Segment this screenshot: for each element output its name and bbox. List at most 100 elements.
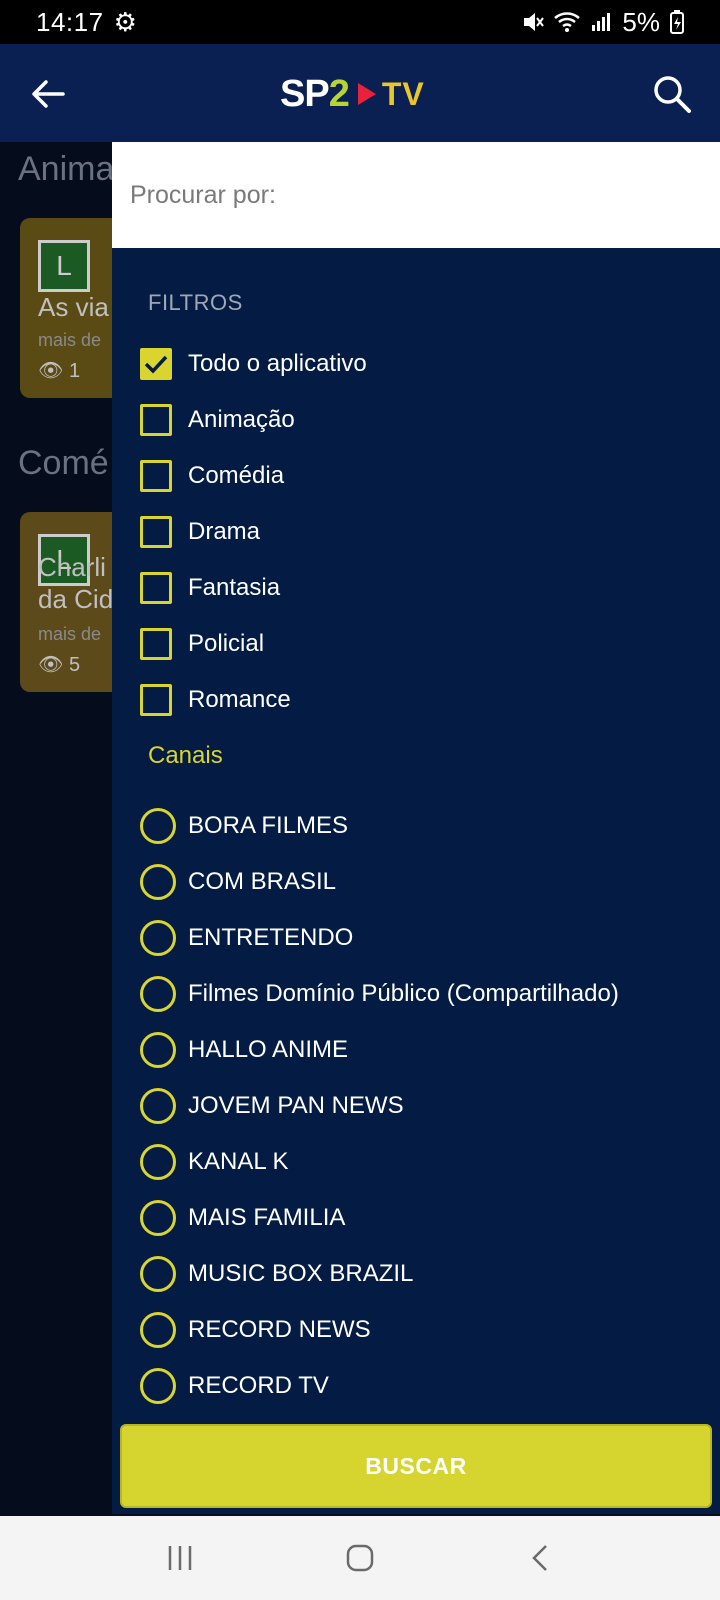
radio-button[interactable] <box>140 1368 176 1404</box>
card-views: 👁 1 <box>38 358 80 383</box>
filters-heading: FILTROS <box>148 290 243 315</box>
wifi-icon <box>554 12 581 32</box>
radio-button[interactable] <box>140 808 176 844</box>
back-arrow-icon <box>32 80 65 108</box>
radio-button[interactable] <box>140 1088 176 1124</box>
channel-option[interactable]: RECORD TV <box>140 1366 329 1406</box>
card-subtitle: mais de <box>38 624 102 644</box>
radio-button[interactable] <box>140 1256 176 1292</box>
channel-option[interactable]: MUSIC BOX BRAZIL <box>140 1254 413 1294</box>
logo-sp: SP <box>280 72 330 115</box>
section-title: Anima <box>18 150 115 188</box>
filter-option[interactable]: Animação <box>140 400 295 440</box>
search-input[interactable] <box>112 142 720 248</box>
system-back-button[interactable] <box>510 1528 570 1588</box>
channel-label: ENTRETENDO <box>188 924 354 951</box>
system-nav-bar <box>0 1516 720 1600</box>
channel-label: KANAL K <box>188 1148 289 1175</box>
filter-label: Fantasia <box>188 574 281 601</box>
battery-text: 5% <box>622 6 660 37</box>
checkbox[interactable] <box>140 684 172 716</box>
check-icon <box>144 355 168 374</box>
signal-icon <box>592 13 611 31</box>
radio-button[interactable] <box>140 1200 176 1236</box>
channel-label: HALLO ANIME <box>188 1036 349 1063</box>
back-button[interactable] <box>22 68 74 120</box>
filter-option[interactable]: Drama <box>140 512 260 552</box>
eye-icon: 👁 <box>38 654 64 676</box>
checkbox[interactable] <box>140 460 172 492</box>
home-button[interactable] <box>330 1528 390 1588</box>
filter-label: Romance <box>188 686 291 713</box>
recents-button[interactable] <box>150 1528 210 1588</box>
search-submit-button[interactable]: BUSCAR <box>120 1424 712 1508</box>
recents-icon <box>168 1546 192 1570</box>
search-icon <box>654 76 691 113</box>
channel-label: Filmes Domínio Público (Compartilhado) <box>188 980 619 1007</box>
rating-badge: L <box>38 240 90 292</box>
filter-label: Policial <box>188 630 265 657</box>
filter-label: Comédia <box>188 462 285 489</box>
channel-option[interactable]: Filmes Domínio Público (Compartilhado) <box>140 974 619 1014</box>
channel-label: BORA FILMES <box>188 812 349 839</box>
logo-tv: TV <box>381 75 425 112</box>
status-bar: 14:17 ⚙ 5% <box>0 0 720 44</box>
filter-label: Animação <box>188 406 295 433</box>
channel-option[interactable]: JOVEM PAN NEWS <box>140 1086 404 1126</box>
channel-label: MUSIC BOX BRAZIL <box>188 1260 414 1287</box>
section-title: Comé <box>18 444 109 482</box>
channel-option[interactable]: BORA FILMES <box>140 806 348 846</box>
filter-option[interactable]: Romance <box>140 680 291 720</box>
radio-button[interactable] <box>140 920 176 956</box>
checkbox[interactable] <box>140 404 172 436</box>
radio-button[interactable] <box>140 1312 176 1348</box>
filter-option[interactable]: Todo o aplicativo <box>140 344 367 384</box>
filter-label: Drama <box>188 518 261 545</box>
filter-option[interactable]: Policial <box>140 624 264 664</box>
channel-label: JOVEM PAN NEWS <box>188 1092 404 1119</box>
channel-label: RECORD TV <box>188 1372 329 1399</box>
card-subtitle: mais de <box>38 330 102 350</box>
checkbox[interactable] <box>140 516 172 548</box>
card-title: As via <box>38 292 109 322</box>
channel-label: COM BRASIL <box>188 868 337 895</box>
card-title-line2: da Cid <box>38 584 114 614</box>
status-time: 14:17 <box>36 6 104 37</box>
app-logo: SP 2 TV <box>280 72 425 116</box>
card-title: Charli <box>38 552 106 582</box>
filter-label: Todo o aplicativo <box>188 350 367 377</box>
radio-button[interactable] <box>140 1144 176 1180</box>
channel-option[interactable]: COM BRASIL <box>140 862 336 902</box>
channel-label: RECORD NEWS <box>188 1316 371 1343</box>
channel-option[interactable]: RECORD NEWS <box>140 1310 371 1350</box>
battery-icon <box>670 10 684 34</box>
search-button[interactable] <box>646 68 698 120</box>
app-bar: SP 2 TV <box>0 44 720 142</box>
channel-option[interactable]: HALLO ANIME <box>140 1030 348 1070</box>
checkbox[interactable] <box>140 572 172 604</box>
channel-label: MAIS FAMILIA <box>188 1204 346 1231</box>
views-count: 5 <box>68 654 81 676</box>
logo-two: 2 <box>328 72 350 115</box>
channel-option[interactable]: ENTRETENDO <box>140 918 353 958</box>
back-icon <box>532 1545 547 1571</box>
gear-icon: ⚙ <box>113 6 137 37</box>
radio-button[interactable] <box>140 1032 176 1068</box>
checkbox-checked[interactable] <box>140 348 172 380</box>
filter-option[interactable]: Fantasia <box>140 568 280 608</box>
radio-button[interactable] <box>140 976 176 1012</box>
status-icons: 5% <box>522 7 684 38</box>
eye-icon: 👁 <box>38 360 64 382</box>
channel-option[interactable]: KANAL K <box>140 1142 289 1182</box>
play-icon <box>357 83 376 105</box>
card-views: 👁 5 <box>38 652 80 677</box>
filter-drawer: FILTROS Todo o aplicativo Animação Coméd… <box>112 142 720 1514</box>
mute-icon <box>524 13 545 31</box>
checkbox[interactable] <box>140 628 172 660</box>
channel-option[interactable]: MAIS FAMILIA <box>140 1198 345 1238</box>
radio-button[interactable] <box>140 864 176 900</box>
channels-heading: Canais <box>148 742 223 769</box>
home-icon <box>346 1544 374 1572</box>
views-count: 1 <box>68 360 81 382</box>
filter-option[interactable]: Comédia <box>140 456 284 496</box>
